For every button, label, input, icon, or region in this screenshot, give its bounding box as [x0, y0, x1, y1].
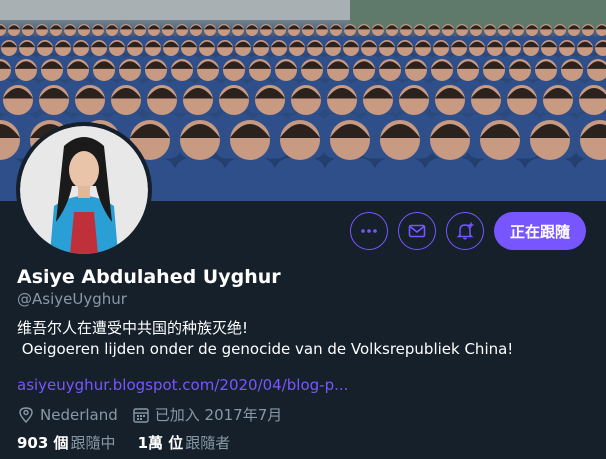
location-pin-icon — [19, 406, 33, 423]
notify-button[interactable] — [445, 212, 484, 250]
profile-website-link[interactable]: asiyeuyghur.blogspot.com/2020/04/blog-p.… — [17, 376, 348, 394]
following-label: 跟隨中 — [70, 434, 116, 452]
avatar-image — [20, 126, 148, 254]
calendar-icon — [133, 407, 149, 423]
profile-stats: 903 個 跟隨中 1萬 位 跟隨者 — [17, 432, 252, 453]
profile-name: Asiye Abdulahed Uyghur — [17, 266, 281, 288]
profile-avatar[interactable] — [16, 122, 152, 258]
profile-bio: 维吾尔人在遭受中共国的种族灭绝! Oeigoeren lijden onder … — [17, 318, 597, 360]
following-count: 903 個 — [17, 434, 69, 452]
profile-meta: Nederland 已加入 2017年7月 — [17, 404, 296, 425]
profile-actions: 正在跟隨 — [349, 212, 586, 250]
bio-line-1: 维吾尔人在遭受中共国的种族灭绝! — [17, 319, 249, 337]
more-icon — [361, 229, 377, 233]
bio-line-2: Oeigoeren lijden onder de genocide van d… — [17, 340, 514, 358]
joined-item: 已加入 2017年7月 — [132, 404, 283, 425]
followers-label: 跟隨者 — [185, 434, 231, 452]
mail-icon — [408, 224, 426, 238]
location-item: Nederland — [17, 406, 118, 424]
following-stat[interactable]: 903 個 跟隨中 — [17, 432, 116, 453]
message-button[interactable] — [397, 212, 436, 250]
profile-handle: @AsiyeUyghur — [17, 290, 127, 308]
following-button[interactable]: 正在跟隨 — [493, 212, 586, 250]
location-text: Nederland — [40, 405, 118, 424]
more-button[interactable] — [349, 212, 388, 250]
following-button-label: 正在跟隨 — [509, 222, 570, 241]
followers-count: 1萬 位 — [137, 434, 184, 452]
followers-stat[interactable]: 1萬 位 跟隨者 — [138, 432, 231, 453]
bell-plus-icon — [456, 222, 474, 240]
joined-text: 已加入 2017年7月 — [154, 406, 283, 424]
